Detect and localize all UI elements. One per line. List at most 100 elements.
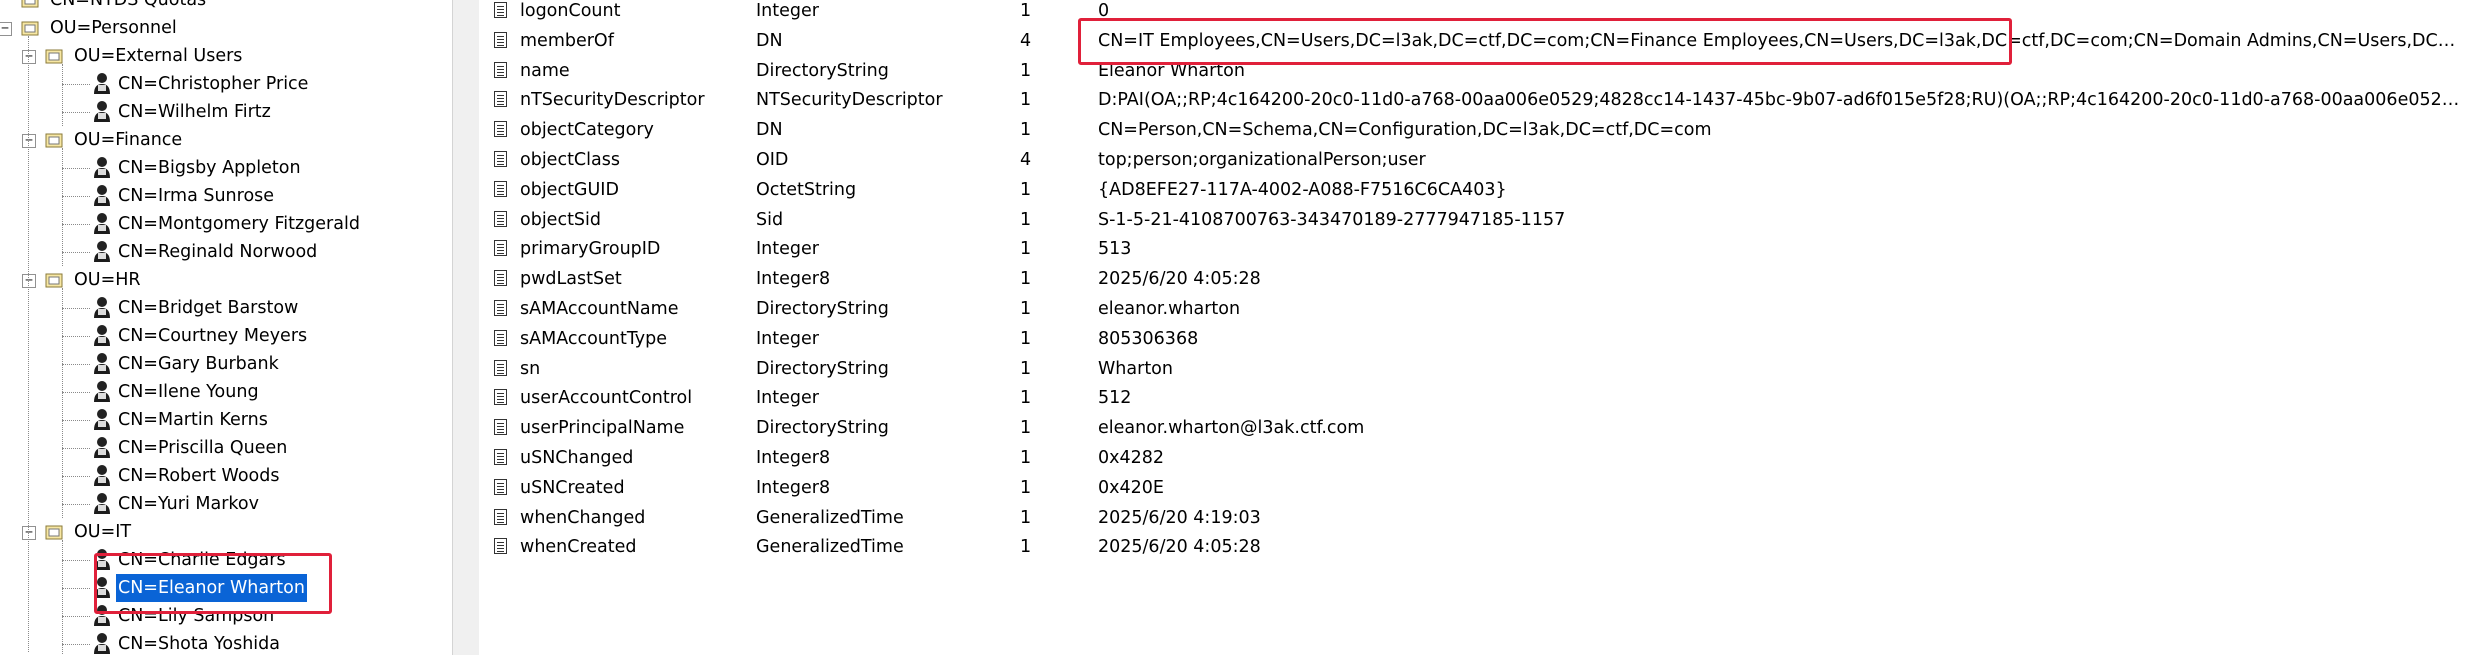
tree-item-user[interactable]: CN=Montgomery Fitzgerald <box>0 210 452 238</box>
attribute-value: Eleanor Wharton <box>1098 60 1245 81</box>
attribute-name: whenChanged <box>520 507 646 528</box>
tree-item-user[interactable]: CN=Bigsby Appleton <box>0 154 452 182</box>
tree-item-label: CN=Shota Yoshida <box>118 634 281 654</box>
tree-item-user[interactable]: CN=Robert Woods <box>0 462 452 490</box>
attribute-value: 2025/6/20 4:05:28 <box>1098 269 1261 290</box>
attribute-count: 4 <box>1020 30 1032 51</box>
tree-connector <box>28 36 29 652</box>
attribute-row[interactable]: name DirectoryString 1 Eleanor Wharton <box>479 56 2468 86</box>
tree-item-label: CN=Bigsby Appleton <box>118 158 301 178</box>
tree-item-user[interactable]: CN=Ilene Young <box>0 378 452 406</box>
pane-splitter[interactable] <box>452 0 480 655</box>
attribute-value: 805306368 <box>1098 328 1199 349</box>
attribute-count: 1 <box>1020 358 1032 379</box>
tree-connector <box>62 64 63 126</box>
tree-item-personnel[interactable]: − OU=Personnel <box>0 14 452 42</box>
attribute-list-icon <box>494 389 507 406</box>
attribute-name: primaryGroupID <box>520 239 661 260</box>
tree-item-user[interactable]: CN=Martin Kerns <box>0 406 452 434</box>
collapse-toggle-icon[interactable]: − <box>22 274 36 288</box>
attribute-value: CN=IT Employees,CN=Users,DC=l3ak,DC=ctf,… <box>1098 30 2468 51</box>
attribute-row[interactable]: nTSecurityDescriptor NTSecurityDescriptor… <box>479 85 2468 115</box>
user-icon <box>92 632 112 655</box>
user-icon <box>92 576 112 600</box>
attribute-row[interactable]: logonCount Integer 1 0 <box>479 0 2468 26</box>
folder-ou-icon <box>44 46 64 66</box>
attribute-row[interactable]: whenCreated GeneralizedTime 1 2025/6/20 4:0… <box>479 532 2468 562</box>
user-icon <box>92 548 112 572</box>
attribute-row[interactable]: objectSid Sid 1 S-1-5-21-4108700763-3434701… <box>479 205 2468 235</box>
attribute-row[interactable]: objectGUID OctetString 1 {AD8EFE27-117A-400… <box>479 175 2468 205</box>
attribute-row[interactable]: pwdLastSet Integer8 1 2025/6/20 4:05:28 <box>479 264 2468 294</box>
attribute-name: nTSecurityDescriptor <box>520 90 705 111</box>
tree-item-label: CN=Martin Kerns <box>118 410 268 430</box>
attribute-row[interactable]: sn DirectoryString 1 Wharton <box>479 354 2468 384</box>
attribute-row[interactable]: memberOf DN 4 CN=IT Employees,CN=Users,DC=l… <box>479 26 2468 56</box>
object-tree[interactable]: CN=NTDS Quotas − OU=Personnel − OU=External … <box>0 0 452 655</box>
attribute-row-icon <box>494 324 512 354</box>
tree-item-ntds-quotas[interactable]: CN=NTDS Quotas <box>0 0 452 14</box>
attribute-row[interactable]: uSNChanged Integer8 1 0x4282 <box>479 443 2468 473</box>
tree-item-user[interactable]: CN=Yuri Markov <box>0 490 452 518</box>
tree-item-ou[interactable]: − OU=Finance <box>0 126 452 154</box>
attribute-grid[interactable]: logonCount Integer 1 0 memberOf DN 4 CN=IT Empl… <box>479 0 2468 655</box>
tree-item-user[interactable]: CN=Charlie Edgars <box>0 546 452 574</box>
attribute-count: 1 <box>1020 209 1032 230</box>
attribute-row[interactable]: sAMAccountType Integer 1 805306368 <box>479 324 2468 354</box>
collapse-toggle-icon[interactable]: − <box>22 526 36 540</box>
attribute-syntax: Integer <box>756 1 819 21</box>
tree-item-user[interactable]: CN=Christopher Price <box>0 70 452 98</box>
attribute-syntax: GeneralizedTime <box>756 507 904 528</box>
tree-item-user[interactable]: CN=Bridget Barstow <box>0 294 452 322</box>
attribute-row-icon <box>494 413 512 443</box>
attribute-row-icon <box>494 205 512 235</box>
attribute-value: 0x420E <box>1098 477 1164 498</box>
attribute-row[interactable]: objectClass OID 4 top;person;organizational… <box>479 145 2468 175</box>
tree-item-user[interactable]: CN=Shota Yoshida <box>0 630 452 655</box>
attribute-row[interactable]: primaryGroupID Integer 1 513 <box>479 234 2468 264</box>
attribute-row[interactable]: userAccountControl Integer 1 512 <box>479 383 2468 413</box>
attribute-row[interactable]: userPrincipalName DirectoryString 1 eleanor… <box>479 413 2468 443</box>
tree-item-user[interactable]: CN=Gary Burbank <box>0 350 452 378</box>
tree-item-label: CN=Courtney Meyers <box>118 326 308 346</box>
attribute-name: sn <box>520 358 541 379</box>
attribute-row[interactable]: uSNCreated Integer8 1 0x420E <box>479 473 2468 503</box>
attribute-count: 1 <box>1020 328 1032 349</box>
tree-item-user[interactable]: CN=Reginald Norwood <box>0 238 452 266</box>
attribute-list-icon <box>494 2 507 18</box>
tree-item-user[interactable]: CN=Wilhelm Firtz <box>0 98 452 126</box>
tree-item-ou[interactable]: − OU=HR <box>0 266 452 294</box>
attribute-syntax: DirectoryString <box>756 358 889 379</box>
attribute-name: whenCreated <box>520 537 637 558</box>
tree-item-user[interactable]: CN=Eleanor Wharton <box>0 573 452 603</box>
tree-item-label: CN=Lily Sampson <box>118 606 275 626</box>
tree-item-user[interactable]: CN=Priscilla Queen <box>0 434 452 462</box>
attribute-syntax: Integer8 <box>756 448 831 468</box>
collapse-toggle-icon[interactable]: − <box>22 50 36 64</box>
attribute-row-icon <box>494 443 512 473</box>
tree-connector <box>62 148 63 266</box>
tree-item-user[interactable]: CN=Irma Sunrose <box>0 182 452 210</box>
collapse-toggle-icon[interactable]: − <box>0 22 12 36</box>
attribute-row[interactable]: objectCategory DN 1 CN=Person,CN=Schema,CN=… <box>479 115 2468 145</box>
attribute-value: S-1-5-21-4108700763-343470189-2777947185… <box>1098 209 1566 230</box>
user-icon <box>92 156 112 180</box>
tree-item-user[interactable]: CN=Courtney Meyers <box>0 322 452 350</box>
selected-user-label: CN=Eleanor Wharton <box>115 573 308 603</box>
tree-item-user[interactable]: CN=Lily Sampson <box>0 602 452 630</box>
attribute-row[interactable]: whenChanged GeneralizedTime 1 2025/6/20 4:1… <box>479 503 2468 533</box>
attribute-row-icon <box>494 0 512 26</box>
tree-item-ou[interactable]: − OU=External Users <box>0 42 452 70</box>
attribute-count: 1 <box>1020 388 1032 409</box>
collapse-toggle-icon[interactable]: − <box>22 134 36 148</box>
attribute-row-icon <box>494 175 512 205</box>
attribute-value: eleanor.wharton <box>1098 299 1241 319</box>
user-icon <box>92 184 112 208</box>
attribute-name: objectSid <box>520 209 602 230</box>
tree-item-ou[interactable]: − OU=IT <box>0 518 452 546</box>
folder-ou-icon <box>44 130 64 150</box>
attribute-row[interactable]: sAMAccountName DirectoryString 1 eleanor.wh… <box>479 294 2468 324</box>
attribute-value: D:PAI(OA;;RP;4c164200-20c0-11d0-a768-00a… <box>1098 90 2468 111</box>
user-icon <box>92 464 112 488</box>
tree-item-label: CN=Montgomery Fitzgerald <box>118 214 360 234</box>
